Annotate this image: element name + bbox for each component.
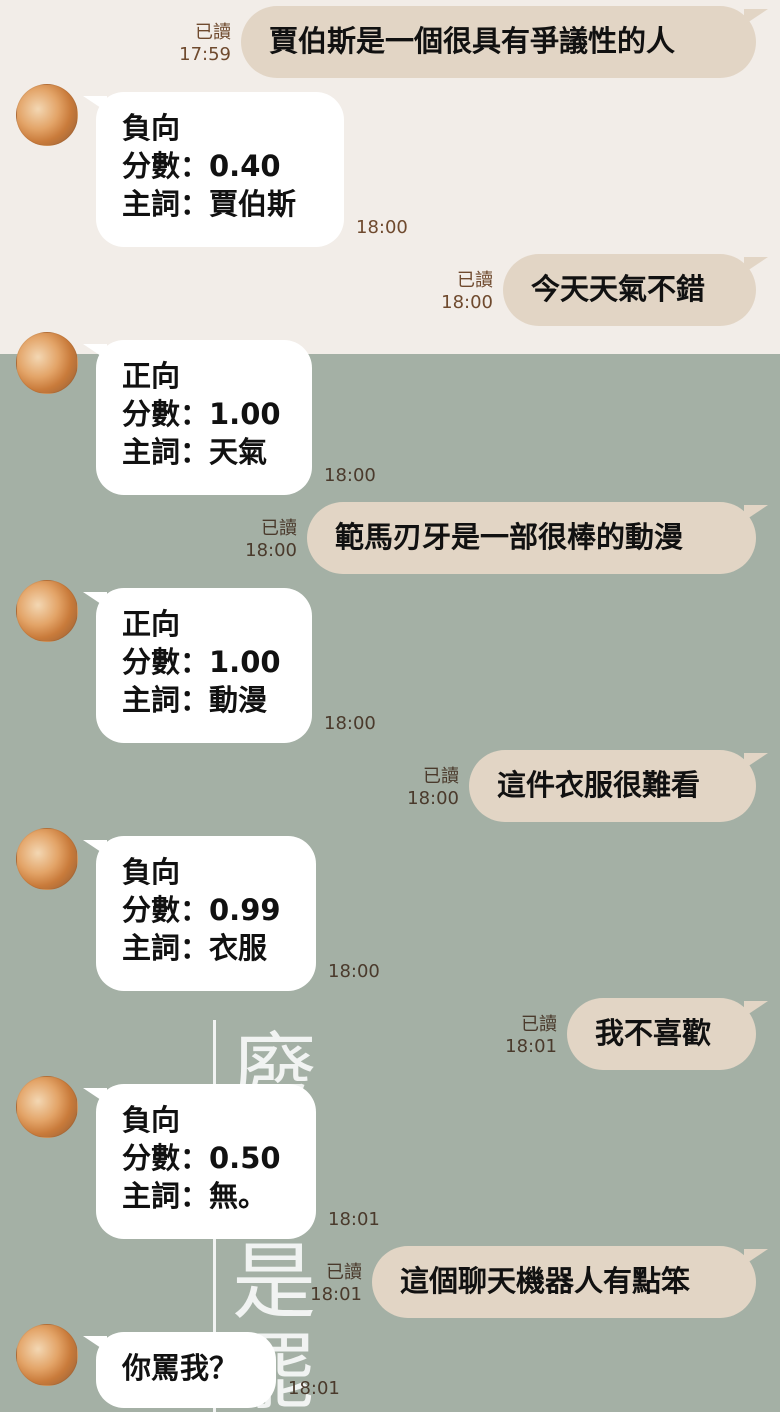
message-timestamp: 18:01 (328, 1209, 380, 1230)
outgoing-message-bubble[interactable]: 賈伯斯是一個很具有爭議性的人 (241, 6, 768, 78)
outgoing-message-bubble[interactable]: 這個聊天機器人有點笨 (372, 1246, 768, 1318)
read-receipt: 已讀 (423, 766, 459, 787)
message-meta: 已讀 17:59 (121, 22, 231, 66)
message-timestamp: 18:00 (328, 961, 380, 982)
message-text-line: 主詞：衣服 (122, 931, 268, 965)
message-text-line: 負向 (122, 1103, 181, 1137)
message-list[interactable]: 賈伯斯是一個很具有爭議性的人 已讀 17:59 負向 分數：0.40 主詞：賈伯斯 18:0… (0, 0, 780, 1412)
message-text-line: 負向 (122, 855, 181, 889)
message-text-line: 主詞：賈伯斯 (122, 187, 297, 221)
message-timestamp: 18:01 (505, 1036, 557, 1057)
message-text-line: 分數：0.40 (122, 149, 281, 183)
message-timestamp: 18:00 (407, 788, 459, 809)
message-text-line: 分數：0.50 (122, 1141, 281, 1175)
incoming-message-bubble[interactable]: 你罵我？ (83, 1332, 276, 1408)
message-text-line: 正向 (122, 607, 181, 641)
message-timestamp: 18:01 (310, 1284, 362, 1305)
message-timestamp: 18:00 (324, 465, 376, 486)
message-meta: 已讀 18:00 (187, 518, 297, 562)
cat-avatar-icon[interactable] (16, 84, 78, 146)
message-text-line: 主詞：無。 (122, 1179, 268, 1213)
message-timestamp: 18:01 (288, 1378, 340, 1399)
message-text-line: 正向 (122, 359, 181, 393)
cat-avatar-icon[interactable] (16, 1324, 78, 1386)
message-text-line: 分數：0.99 (122, 893, 281, 927)
message-timestamp: 17:59 (179, 44, 231, 65)
message-timestamp: 18:00 (441, 292, 493, 313)
message-text-line: 主詞：天氣 (122, 435, 268, 469)
outgoing-message-bubble[interactable]: 今天天氣不錯 (503, 254, 768, 326)
cat-avatar-icon[interactable] (16, 828, 78, 890)
message-text: 這個聊天機器人有點笨 (400, 1264, 691, 1298)
message-meta: 已讀 18:00 (349, 766, 459, 810)
message-text: 今天天氣不錯 (531, 272, 706, 306)
incoming-message-bubble[interactable]: 負向分數：0.99 主詞：衣服 (83, 836, 316, 991)
message-text-line: 分數：1.00 (122, 645, 281, 679)
message-text: 這件衣服很難看 (497, 768, 701, 802)
message-text: 賈伯斯是一個很具有爭議性的人 (269, 24, 676, 58)
read-receipt: 已讀 (457, 270, 493, 291)
incoming-message-bubble[interactable]: 正向分數：1.00 主詞：天氣 (83, 340, 312, 495)
read-receipt: 已讀 (326, 1262, 362, 1283)
message-text-line: 負向 (122, 111, 181, 145)
message-meta: 已讀 18:01 (447, 1014, 557, 1058)
outgoing-message-bubble[interactable]: 我不喜歡 (567, 998, 768, 1070)
cat-avatar-icon[interactable] (16, 1076, 78, 1138)
cat-avatar-icon[interactable] (16, 332, 78, 394)
message-timestamp: 18:00 (356, 217, 408, 238)
incoming-message-bubble[interactable]: 負向分數：0.50 主詞：無。 (83, 1084, 316, 1239)
incoming-message-bubble[interactable]: 負向分數：0.40 主詞：賈伯斯 (83, 92, 344, 247)
message-meta: 已讀 18:01 (252, 1262, 362, 1306)
message-text-line: 分數：1.00 (122, 397, 281, 431)
message-text-line: 你罵我？ (122, 1351, 239, 1385)
incoming-message-bubble[interactable]: 正向分數：1.00 主詞：動漫 (83, 588, 312, 743)
message-timestamp: 18:00 (245, 540, 297, 561)
message-meta: 已讀 18:00 (383, 270, 493, 314)
read-receipt: 已讀 (521, 1014, 557, 1035)
cat-avatar-icon[interactable] (16, 580, 78, 642)
outgoing-message-bubble[interactable]: 這件衣服很難看 (469, 750, 768, 822)
read-receipt: 已讀 (195, 22, 231, 43)
message-timestamp: 18:00 (324, 713, 376, 734)
read-receipt: 已讀 (261, 518, 297, 539)
outgoing-message-bubble[interactable]: 範馬刃牙是一部很棒的動漫 (307, 502, 768, 574)
message-text: 我不喜歡 (595, 1016, 712, 1050)
message-text: 範馬刃牙是一部很棒的動漫 (335, 520, 684, 554)
message-text-line: 主詞：動漫 (122, 683, 268, 717)
